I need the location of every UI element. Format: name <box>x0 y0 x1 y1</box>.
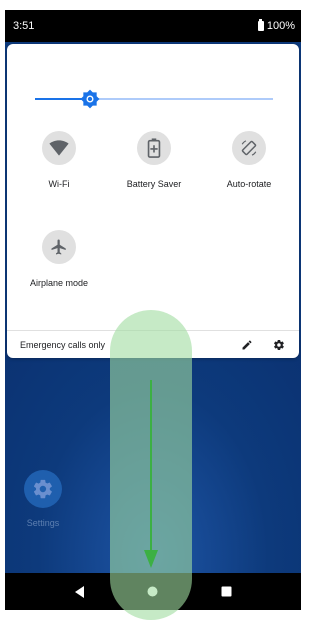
tile-airplane-mode-label: Airplane mode <box>29 278 89 288</box>
battery-icon <box>257 19 264 31</box>
tile-wifi[interactable]: Wi-Fi <box>14 131 104 189</box>
carrier-status: Emergency calls only <box>20 339 106 350</box>
status-bar: 3:51 100% <box>5 10 301 42</box>
airplane-icon <box>42 230 76 264</box>
app-label-settings: Settings <box>26 518 60 528</box>
status-time: 3:51 <box>13 20 35 32</box>
swipe-down-arrow-icon <box>144 380 158 568</box>
tile-battery-saver[interactable]: Battery Saver <box>109 131 199 189</box>
tile-auto-rotate-label: Auto-rotate <box>226 179 272 189</box>
recents-icon[interactable] <box>214 580 238 604</box>
gear-icon <box>24 470 62 508</box>
wifi-icon <box>42 131 76 165</box>
auto-rotate-icon <box>232 131 266 165</box>
brightness-slider[interactable] <box>35 88 273 112</box>
brightness-icon[interactable] <box>80 89 100 109</box>
back-icon[interactable] <box>68 580 92 604</box>
brightness-track <box>90 98 273 100</box>
gear-icon[interactable] <box>269 335 289 355</box>
tile-wifi-label: Wi-Fi <box>48 179 70 189</box>
tile-airplane-mode[interactable]: Airplane mode <box>14 230 104 288</box>
tile-auto-rotate[interactable]: Auto-rotate <box>204 131 294 189</box>
home-app-settings[interactable]: Settings <box>23 470 63 528</box>
tile-battery-saver-label: Battery Saver <box>126 179 182 189</box>
battery-saver-icon <box>137 131 171 165</box>
battery-percent: 100% <box>266 20 295 32</box>
edit-icon[interactable] <box>237 335 257 355</box>
battery-indicator: 100% <box>257 19 295 32</box>
